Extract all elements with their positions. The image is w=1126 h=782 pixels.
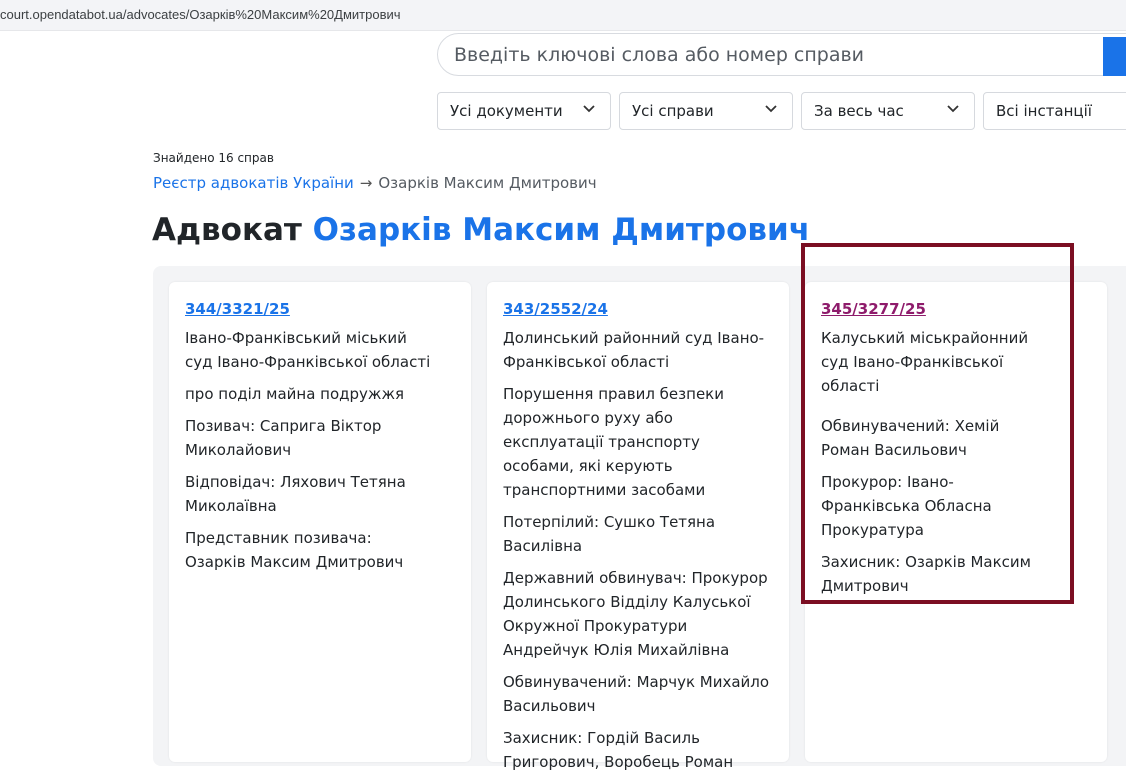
case-card[interactable]: 343/2552/24 Долинський районний суд Іван… [487,282,789,771]
url-text[interactable]: court.opendatabot.ua/advocates/Озарків%2… [0,7,401,22]
filter-documents-label: Усі документи [450,102,563,120]
search-box [437,33,1126,76]
results-count: Знайдено 16 справ [153,151,274,165]
case-party: Потерпілий: Сушко Тетяна Василівна [503,513,716,555]
breadcrumb: Реєстр адвокатів України → Озарків Максим … [153,174,597,192]
filter-period-label: За весь час [814,102,904,120]
browser-address-bar[interactable]: court.opendatabot.ua/advocates/Озарків%2… [0,0,1126,31]
search-button[interactable] [1103,37,1126,76]
case-party: Відповідач: Ляхович Тетяна Миколаївна [185,473,406,515]
chevron-down-icon [765,105,777,113]
breadcrumb-current: Озарків Максим Дмитрович [378,174,597,192]
search-input[interactable] [454,43,1074,67]
case-court: Долинський районний суд Івано-Франківськ… [503,329,765,371]
highlight-box [801,243,1074,604]
case-court: Івано-Франківський міський суд Івано-Фра… [185,329,431,371]
advocate-name: Озарків Максим Дмитрович [312,212,811,248]
filter-cases[interactable]: Усі справи [619,92,793,130]
page-title-prefix: Адвокат [152,212,302,248]
filter-documents[interactable]: Усі документи [437,92,611,130]
filter-instances-label: Всі інстанції [996,102,1092,120]
case-subject: про поділ майна подружжя [185,385,404,403]
filter-period[interactable]: За весь час [801,92,975,130]
case-party: Позивач: Саприга Віктор Миколайович [185,417,382,459]
chevron-down-icon [583,105,595,113]
case-card[interactable]: 344/3321/25 Івано-Франківський міський с… [169,282,471,762]
case-party: Представник позивача: Озарків Максим Дми… [185,529,404,571]
filter-cases-label: Усі справи [632,102,714,120]
case-subject: Порушення правил безпеки дорожнього руху… [503,385,724,499]
case-party: Захисник: Гордій Василь Григорович, Воро… [503,729,734,771]
breadcrumb-parent-link[interactable]: Реєстр адвокатів України [153,174,354,192]
filter-instances[interactable]: Всі інстанції [983,92,1126,130]
breadcrumb-arrow: → [359,174,373,192]
case-number-link[interactable]: 344/3321/25 [185,300,290,318]
page-title: Адвокат Озарків Максим Дмитрович [152,212,810,248]
case-party: Обвинувачений: Марчук Михайло Васильович [503,673,770,715]
case-number-link[interactable]: 343/2552/24 [503,300,608,318]
chevron-down-icon [947,105,959,113]
case-party: Державний обвинувач: Прокурор Долинськог… [503,569,768,659]
